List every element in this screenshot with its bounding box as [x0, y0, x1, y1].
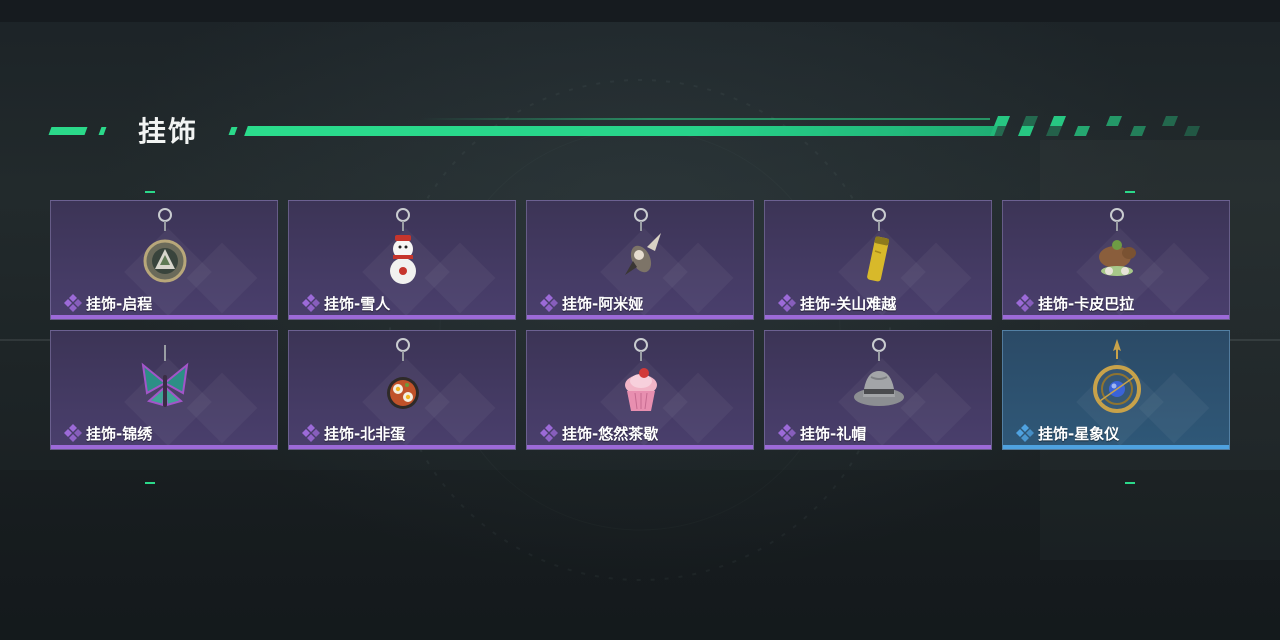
card-bg-diamond: [662, 372, 734, 444]
card-label-row: 挂饰-卡皮巴拉: [1015, 293, 1134, 313]
charm-card[interactable]: 挂饰-悠然茶歇: [526, 330, 754, 450]
section-header: 挂饰: [0, 100, 1280, 160]
frame-corner-mark: [145, 191, 155, 193]
charm-card[interactable]: 挂饰-关山难越: [764, 200, 992, 320]
charm-name: 挂饰-雪人: [324, 294, 391, 313]
section-title: 挂饰: [138, 115, 199, 148]
charm-name: 挂饰-启程: [86, 294, 153, 313]
amiya-figure-charm-icon: [625, 208, 661, 275]
card-bg-diamond: [662, 242, 734, 314]
frame-corner-mark: [1125, 482, 1135, 484]
card-bg-diamond: [900, 372, 972, 444]
rarity-bar: [289, 315, 515, 319]
charm-card[interactable]: 挂饰-星象仪: [1002, 330, 1230, 450]
snowman-charm-icon: [390, 208, 416, 284]
charm-name: 挂饰-北非蛋: [324, 424, 406, 443]
card-label-row: 挂饰-星象仪: [1015, 423, 1119, 443]
header-accent-dash: [98, 127, 107, 135]
card-label-row: 挂饰-锦绣: [63, 423, 152, 443]
charm-card[interactable]: 挂饰-卡皮巴拉: [1002, 200, 1230, 320]
rarity-bar: [765, 445, 991, 449]
frame-corner-mark: [1125, 191, 1135, 193]
rarity-bar: [51, 445, 277, 449]
charm-card[interactable]: 挂饰-礼帽: [764, 330, 992, 450]
charm-name: 挂饰-礼帽: [800, 424, 867, 443]
card-label-row: 挂饰-北非蛋: [301, 423, 405, 443]
charm-name: 挂饰-关山难越: [800, 294, 897, 313]
card-bg-diamond: [900, 242, 972, 314]
header-accent-dash: [228, 127, 238, 135]
card-label-row: 挂饰-启程: [63, 293, 152, 313]
capybara-charm-icon: [1099, 208, 1136, 276]
rarity-bar: [1003, 315, 1229, 319]
rarity-diamond-icon: [1015, 293, 1035, 313]
charm-name: 挂饰-星象仪: [1038, 424, 1120, 443]
card-bg-diamond: [424, 242, 496, 314]
card-label-row: 挂饰-礼帽: [777, 423, 866, 443]
header-accent-dash: [48, 127, 88, 135]
header-accent-bar: [244, 126, 998, 136]
frame-corner-mark: [145, 482, 155, 484]
shakshuka-pan-charm-icon: [387, 338, 419, 409]
fedora-hat-charm-icon: [854, 338, 904, 406]
charm-card[interactable]: 挂饰-锦绣: [50, 330, 278, 450]
rarity-diamond-icon: [63, 293, 83, 313]
charm-card[interactable]: 挂饰-阿米娅: [526, 200, 754, 320]
rarity-bar: [527, 445, 753, 449]
card-bg-diamond: [424, 372, 496, 444]
gold-tube-charm-icon: [867, 208, 890, 282]
charm-name: 挂饰-锦绣: [86, 424, 153, 443]
rarity-diamond-icon: [63, 423, 83, 443]
charm-grid: 挂饰-启程 挂饰-雪人 挂饰-阿米娅 挂饰-关山难越 挂饰-卡皮巴拉挂饰-锦绣 挂饰-北非…: [50, 200, 1230, 450]
rarity-diamond-icon: [1015, 423, 1035, 443]
rarity-bar: [765, 315, 991, 319]
card-bg-diamond: [1138, 242, 1210, 314]
card-label-row: 挂饰-悠然茶歇: [539, 423, 658, 443]
card-bg-diamond: [186, 372, 258, 444]
charm-card[interactable]: 挂饰-雪人: [288, 200, 516, 320]
charm-name: 挂饰-悠然茶歇: [562, 424, 659, 443]
rarity-bar: [527, 315, 753, 319]
rarity-diamond-icon: [777, 423, 797, 443]
header-checker-pattern: [990, 116, 1200, 136]
card-label-row: 挂饰-阿米娅: [539, 293, 643, 313]
rarity-diamond-icon: [539, 293, 559, 313]
rarity-diamond-icon: [301, 423, 321, 443]
card-label-row: 挂饰-雪人: [301, 293, 390, 313]
rarity-bar: [289, 445, 515, 449]
rarity-bar: [51, 315, 277, 319]
charm-name: 挂饰-阿米娅: [562, 294, 644, 313]
rarity-bar: [1003, 445, 1229, 449]
rarity-diamond-icon: [777, 293, 797, 313]
butterfly-charm-icon: [141, 345, 189, 407]
rarity-diamond-icon: [301, 293, 321, 313]
header-thin-line: [420, 118, 990, 120]
card-label-row: 挂饰-关山难越: [777, 293, 896, 313]
charm-card[interactable]: 挂饰-北非蛋: [288, 330, 516, 450]
rarity-diamond-icon: [539, 423, 559, 443]
card-bg-diamond: [1138, 372, 1210, 444]
card-bg-diamond: [186, 242, 258, 314]
cupcake-charm-icon: [625, 338, 657, 411]
charm-name: 挂饰-卡皮巴拉: [1038, 294, 1135, 313]
charm-card[interactable]: 挂饰-启程: [50, 200, 278, 320]
compass-medallion-charm-icon: [143, 208, 187, 283]
top-strip: [0, 0, 1280, 22]
astrolabe-charm-icon: [1093, 339, 1141, 413]
